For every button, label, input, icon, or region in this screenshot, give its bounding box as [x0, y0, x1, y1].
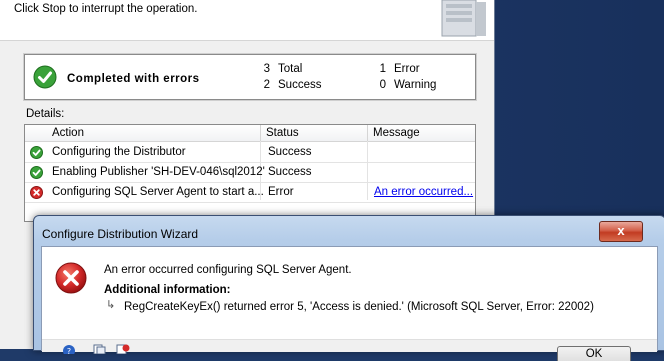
row-status: Success: [268, 166, 312, 178]
total-stat: 3 Total: [256, 63, 303, 75]
error-label: Error: [394, 63, 420, 75]
column-header-message[interactable]: Message: [373, 127, 420, 139]
warning-label: Warning: [394, 79, 437, 91]
row-action: Enabling Publisher 'SH-DEV-046\sql2012': [52, 166, 265, 178]
copy-icon[interactable]: [92, 344, 106, 354]
row-status: Success: [268, 146, 312, 158]
success-icon: [30, 166, 43, 179]
dialog-title: Configure Distribution Wizard: [42, 227, 199, 241]
summary-status: Completed with errors: [67, 73, 200, 85]
grid-header: Action Status Message: [25, 125, 475, 142]
details-label: Details:: [26, 108, 65, 120]
column-header-status[interactable]: Status: [266, 127, 299, 139]
additional-info-detail: RegCreateKeyEx() returned error 5, 'Acce…: [124, 301, 594, 313]
ok-button[interactable]: OK: [557, 346, 631, 361]
server-icon: [441, 0, 486, 37]
row-action: Configuring SQL Server Agent to start a.…: [52, 186, 264, 198]
show-details-icon[interactable]: [116, 344, 130, 354]
table-row[interactable]: Configuring the Distributor Success: [25, 143, 475, 163]
help-icon[interactable]: ?: [63, 344, 77, 354]
wizard-subtitle: Click Stop to interrupt the operation.: [14, 3, 198, 15]
close-button[interactable]: x: [599, 221, 643, 242]
total-count: 3: [263, 63, 270, 75]
table-row[interactable]: Configuring SQL Server Agent to start a.…: [25, 183, 475, 203]
error-icon: [30, 186, 43, 199]
error-details-link[interactable]: An error occurred...: [374, 186, 473, 198]
error-message: An error occurred configuring SQL Server…: [104, 264, 352, 276]
success-stat: 2 Success: [256, 79, 322, 91]
success-count: 2: [263, 79, 270, 91]
table-row[interactable]: Enabling Publisher 'SH-DEV-046\sql2012' …: [25, 163, 475, 183]
warning-count: 0: [379, 79, 386, 91]
dialog-footer: ? OK: [42, 339, 657, 361]
summary-panel: Completed with errors 3 Total 2 Success 1E…: [24, 54, 476, 100]
svg-text:?: ?: [67, 347, 71, 354]
error-dialog: Configure Distribution Wizard x An error…: [33, 215, 664, 361]
success-icon: [30, 146, 43, 159]
success-label: Success: [278, 79, 322, 91]
row-action: Configuring the Distributor: [52, 146, 186, 158]
warning-stat: 0 Warning: [372, 79, 437, 91]
column-header-action[interactable]: Action: [52, 127, 84, 139]
additional-info-label: Additional information:: [104, 284, 231, 296]
total-label: Total: [278, 63, 303, 75]
success-icon: [33, 65, 57, 89]
error-count: 1: [379, 63, 386, 75]
error-icon: [55, 262, 87, 294]
error-stat: 1 Error: [372, 63, 420, 75]
wizard-header: Click Stop to interrupt the operation.: [0, 0, 494, 41]
tree-arrow-icon: ↳: [106, 299, 116, 311]
details-grid[interactable]: Action Status Message Configuring the Di…: [24, 124, 476, 222]
row-status: Error: [268, 186, 294, 198]
dialog-body: An error occurred configuring SQL Server…: [41, 246, 658, 361]
